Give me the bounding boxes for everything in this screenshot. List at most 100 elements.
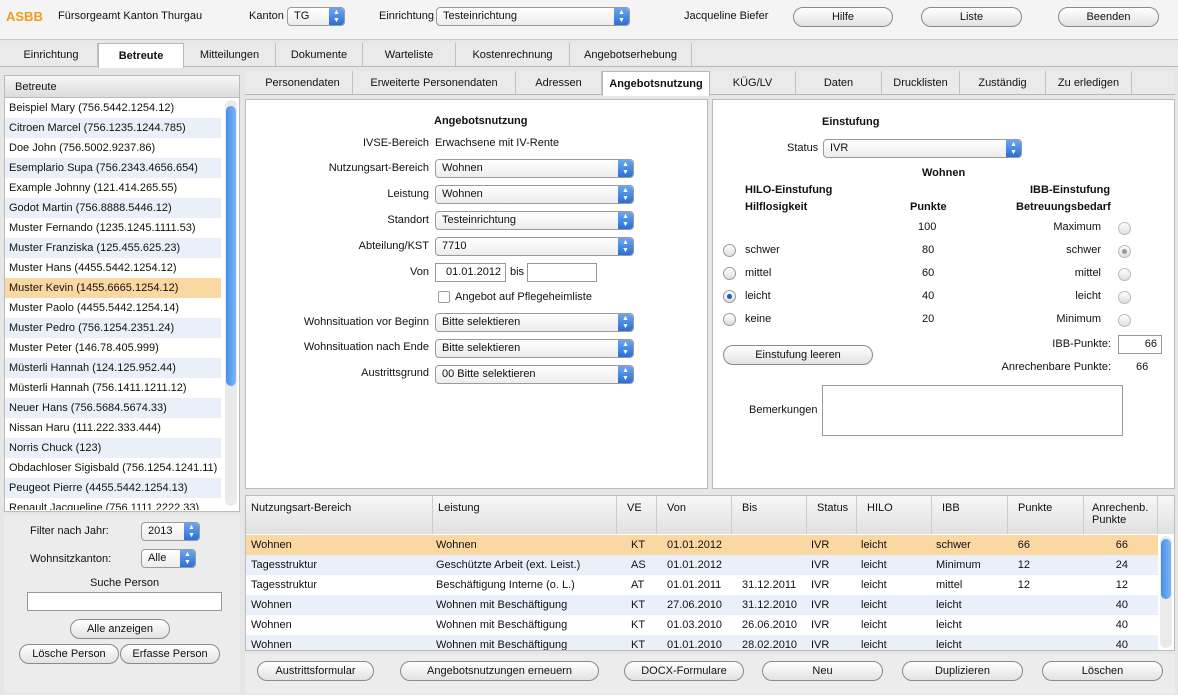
hilo-radio-schwer[interactable]	[723, 244, 736, 257]
tab-personendaten[interactable]: Personendaten	[253, 71, 353, 95]
von-date-input[interactable]: 01.01.2012	[435, 263, 506, 282]
tab-kueg-lv[interactable]: KÜG/LV	[710, 71, 796, 95]
ibb-radio-maximum[interactable]	[1118, 222, 1131, 235]
persons-scroll-thumb[interactable]	[226, 106, 236, 386]
ibb-punkte-input[interactable]: 66	[1118, 335, 1162, 354]
list-item-selected[interactable]: Muster Kevin (1455.6665.1254.12)	[5, 278, 221, 298]
hilo-radio-leicht[interactable]	[723, 290, 736, 303]
list-item[interactable]: Müsterli Hannah (124.125.952.44)	[5, 358, 221, 378]
hilo-radio-keine[interactable]	[723, 313, 736, 326]
list-item[interactable]: Muster Hans (4455.5442.1254.12)	[5, 258, 221, 278]
column-header[interactable]: Nutzungsart-Bereich	[246, 496, 433, 534]
tab-zu-erledigen[interactable]: Zu erledigen	[1046, 71, 1132, 95]
tab-kostenrechnung[interactable]: Kostenrechnung	[456, 43, 570, 67]
column-header[interactable]: HILO	[857, 496, 932, 534]
list-item[interactable]: Muster Paolo (4455.5442.1254.14)	[5, 298, 221, 318]
table-scrollbar[interactable]	[1160, 536, 1172, 648]
list-item[interactable]: Muster Fernando (1235.1245.1111.53)	[5, 218, 221, 238]
list-item[interactable]: Müsterli Hannah (756.1411.1211.12)	[5, 378, 221, 398]
list-item[interactable]: Peugeot Pierre (4455.5442.1254.13)	[5, 478, 221, 498]
delete-person-button[interactable]: Lösche Person	[19, 644, 119, 664]
list-item[interactable]: Muster Peter (146.78.405.999)	[5, 338, 221, 358]
hilo-radio-mittel[interactable]	[723, 267, 736, 280]
bis-date-input[interactable]	[527, 263, 597, 282]
add-person-button[interactable]: Erfasse Person	[120, 644, 220, 664]
table-row[interactable]: Tagesstruktur Beschäftigung Interne (o. …	[246, 575, 1158, 595]
punkte-header: Punkte	[910, 201, 947, 213]
list-item[interactable]: Neuer Hans (756.5684.5674.33)	[5, 398, 221, 418]
column-header[interactable]: Anrechenb. Punkte	[1084, 496, 1158, 534]
new-button[interactable]: Neu	[762, 661, 883, 681]
ibb-radio-schwer[interactable]	[1118, 245, 1131, 258]
select-arrow-icon: ▲ ▼	[618, 160, 633, 177]
list-button[interactable]: Liste	[921, 7, 1022, 27]
tab-mitteilungen[interactable]: Mitteilungen	[184, 43, 276, 67]
tab-dokumente[interactable]: Dokumente	[276, 43, 363, 67]
table-row[interactable]: Wohnen Wohnen mit Beschäftigung KT 27.06…	[246, 595, 1158, 615]
tab-zustaendig[interactable]: Zuständig	[960, 71, 1046, 95]
duplicate-button[interactable]: Duplizieren	[902, 661, 1023, 681]
list-item[interactable]: Esemplario Supa (756.2343.4656.654)	[5, 158, 221, 178]
kanton-select[interactable]: TG ▲ ▼	[287, 7, 345, 26]
table-scroll-thumb[interactable]	[1161, 539, 1171, 599]
ibb-radio-mittel[interactable]	[1118, 268, 1131, 281]
table-row[interactable]: Wohnen Wohnen mit Beschäftigung KT 01.03…	[246, 615, 1158, 635]
wohn-nach-select[interactable]: Bitte selektieren ▲ ▼	[435, 339, 634, 358]
column-header[interactable]: Von	[657, 496, 732, 534]
tab-angebotserhebung[interactable]: Angebotserhebung	[570, 43, 692, 67]
list-item[interactable]: Renault Jacqueline (756.1111.2222.33)	[5, 498, 221, 510]
search-input[interactable]	[27, 592, 222, 611]
exit-button[interactable]: Beenden	[1058, 7, 1159, 27]
list-item[interactable]: Nissan Haru (111.222.333.444)	[5, 418, 221, 438]
tab-warteliste[interactable]: Warteliste	[363, 43, 456, 67]
einrichtung-select[interactable]: Testeinrichtung ▲ ▼	[436, 7, 630, 26]
abteilung-select[interactable]: 7710 ▲ ▼	[435, 237, 634, 256]
column-header[interactable]: Punkte	[1008, 496, 1084, 534]
standort-select[interactable]: Testeinrichtung ▲ ▼	[435, 211, 634, 230]
ibb-radio-leicht[interactable]	[1118, 291, 1131, 304]
column-header[interactable]: Bis	[732, 496, 807, 534]
list-item[interactable]: Doe John (756.5002.9237.86)	[5, 138, 221, 158]
austritt-select[interactable]: 00 Bitte selektieren ▲ ▼	[435, 365, 634, 384]
tab-adressen[interactable]: Adressen	[516, 71, 602, 95]
list-item[interactable]: Example Johnny (121.414.265.55)	[5, 178, 221, 198]
tab-angebotsnutzung[interactable]: Angebotsnutzung	[602, 71, 710, 96]
column-header[interactable]: VE	[617, 496, 657, 534]
table-row[interactable]: Tagesstruktur Geschützte Arbeit (ext. Le…	[246, 555, 1158, 575]
bemerkungen-textarea[interactable]	[822, 385, 1123, 436]
list-item[interactable]: Norris Chuck (123)	[5, 438, 221, 458]
filter-year-select[interactable]: 2013 ▲ ▼	[141, 522, 200, 541]
status-select[interactable]: IVR ▲ ▼	[823, 139, 1022, 158]
column-header[interactable]: Status	[807, 496, 857, 534]
list-item[interactable]: Citroen Marcel (756.1235.1244.785)	[5, 118, 221, 138]
renew-button[interactable]: Angebotsnutzungen erneuern	[400, 661, 599, 681]
pflegeheim-checkbox[interactable]	[438, 291, 450, 303]
tab-einrichtung[interactable]: Einrichtung	[5, 43, 98, 67]
table-row[interactable]: Wohnen Wohnen mit Beschäftigung KT 01.01…	[246, 635, 1158, 650]
persons-scrollbar[interactable]	[225, 100, 237, 506]
list-item[interactable]: Godot Martin (756.8888.5446.12)	[5, 198, 221, 218]
list-item[interactable]: Obdachloser Sigisbald (756.1254.1241.11)	[5, 458, 221, 478]
list-item[interactable]: Muster Franziska (125.455.625.23)	[5, 238, 221, 258]
table-row-selected[interactable]: Wohnen Wohnen KT 01.01.2012 IVR leicht s…	[246, 535, 1158, 555]
show-all-button[interactable]: Alle anzeigen	[70, 619, 170, 639]
ibb-radio-minimum[interactable]	[1118, 314, 1131, 327]
wohnsitz-select[interactable]: Alle ▲ ▼	[141, 549, 196, 568]
tab-betreute[interactable]: Betreute	[98, 43, 184, 68]
help-button[interactable]: Hilfe	[793, 7, 893, 27]
tab-daten[interactable]: Daten	[796, 71, 882, 95]
austrittsformular-button[interactable]: Austrittsformular	[257, 661, 374, 681]
delete-button[interactable]: Löschen	[1042, 661, 1163, 681]
column-header[interactable]: IBB	[932, 496, 1008, 534]
list-item[interactable]: Muster Pedro (756.1254.2351.24)	[5, 318, 221, 338]
column-header[interactable]: Leistung	[433, 496, 617, 534]
wohn-vor-select[interactable]: Bitte selektieren ▲ ▼	[435, 313, 634, 332]
clear-einstufung-button[interactable]: Einstufung leeren	[723, 345, 873, 365]
nutzungsart-select[interactable]: Wohnen ▲ ▼	[435, 159, 634, 178]
list-item[interactable]: Beispiel Mary (756.5442.1254.12)	[5, 98, 221, 118]
tab-drucklisten[interactable]: Drucklisten	[882, 71, 960, 95]
table-cell: 01.03.2010	[667, 619, 723, 631]
docx-forms-button[interactable]: DOCX-Formulare	[624, 661, 744, 681]
leistung-select[interactable]: Wohnen ▲ ▼	[435, 185, 634, 204]
tab-erweiterte-personendaten[interactable]: Erweiterte Personendaten	[353, 71, 516, 95]
